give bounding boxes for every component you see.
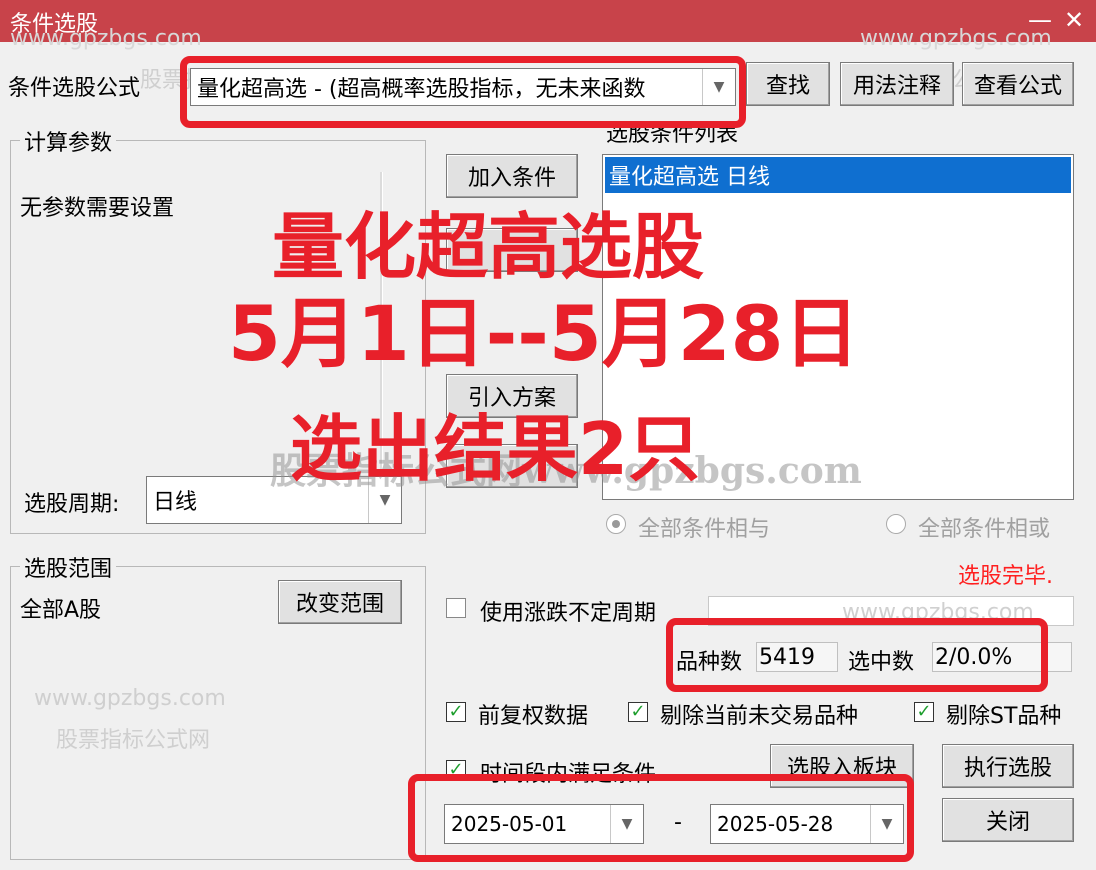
radio-all-and-label: 全部条件相与 [638,517,771,542]
overlay-date-range: 5月1日--5月28日 [228,289,860,378]
highlight-date-range [408,774,914,862]
radio-all-or[interactable] [886,514,906,534]
radio-all-or-label: 全部条件相或 [918,517,1051,542]
highlight-result-count [666,618,1048,692]
pre-adjust-label: 前复权数据 [478,704,589,729]
close-button[interactable]: 关闭 [942,798,1074,842]
pre-adjust-checkbox[interactable]: ✓ [446,702,466,722]
use-variable-period-label: 使用涨跌不定周期 [480,601,657,626]
scope-text: 全部A股 [20,598,102,623]
overlay-result: 选出结果2只 [290,407,701,491]
status-text: 选股完毕. [958,564,1053,589]
formula-label: 条件选股公式 [8,76,141,101]
close-window-button[interactable]: ✕ [1064,6,1084,34]
find-button[interactable]: 查找 [746,62,830,106]
exclude-untraded-label: 剔除当前未交易品种 [660,704,859,729]
watermark-url: www.gpzbgs.com [860,26,1052,51]
radio-all-and[interactable] [606,514,626,534]
exclude-st-label: 剔除ST品种 [946,704,1062,729]
change-scope-button[interactable]: 改变范围 [278,580,402,624]
params-group-label: 计算参数 [20,125,117,157]
exclude-untraded-checkbox[interactable]: ✓ [628,702,648,722]
view-formula-button[interactable]: 查看公式 [962,62,1074,106]
watermark-url: www.gpzbgs.com [10,26,202,51]
watermark-url: www.gpzbgs.com [34,686,226,711]
scope-group-label: 选股范围 [20,551,117,583]
watermark-name: 股票指标公式网 [56,728,211,753]
highlight-formula [180,56,746,128]
period-label: 选股周期: [24,492,120,517]
exclude-st-checkbox[interactable]: ✓ [914,702,934,722]
execute-selection-button[interactable]: 执行选股 [942,744,1074,788]
use-variable-period-checkbox[interactable] [446,598,466,618]
usage-notes-button[interactable]: 用法注释 [840,62,954,106]
params-text: 无参数需要设置 [20,196,175,221]
